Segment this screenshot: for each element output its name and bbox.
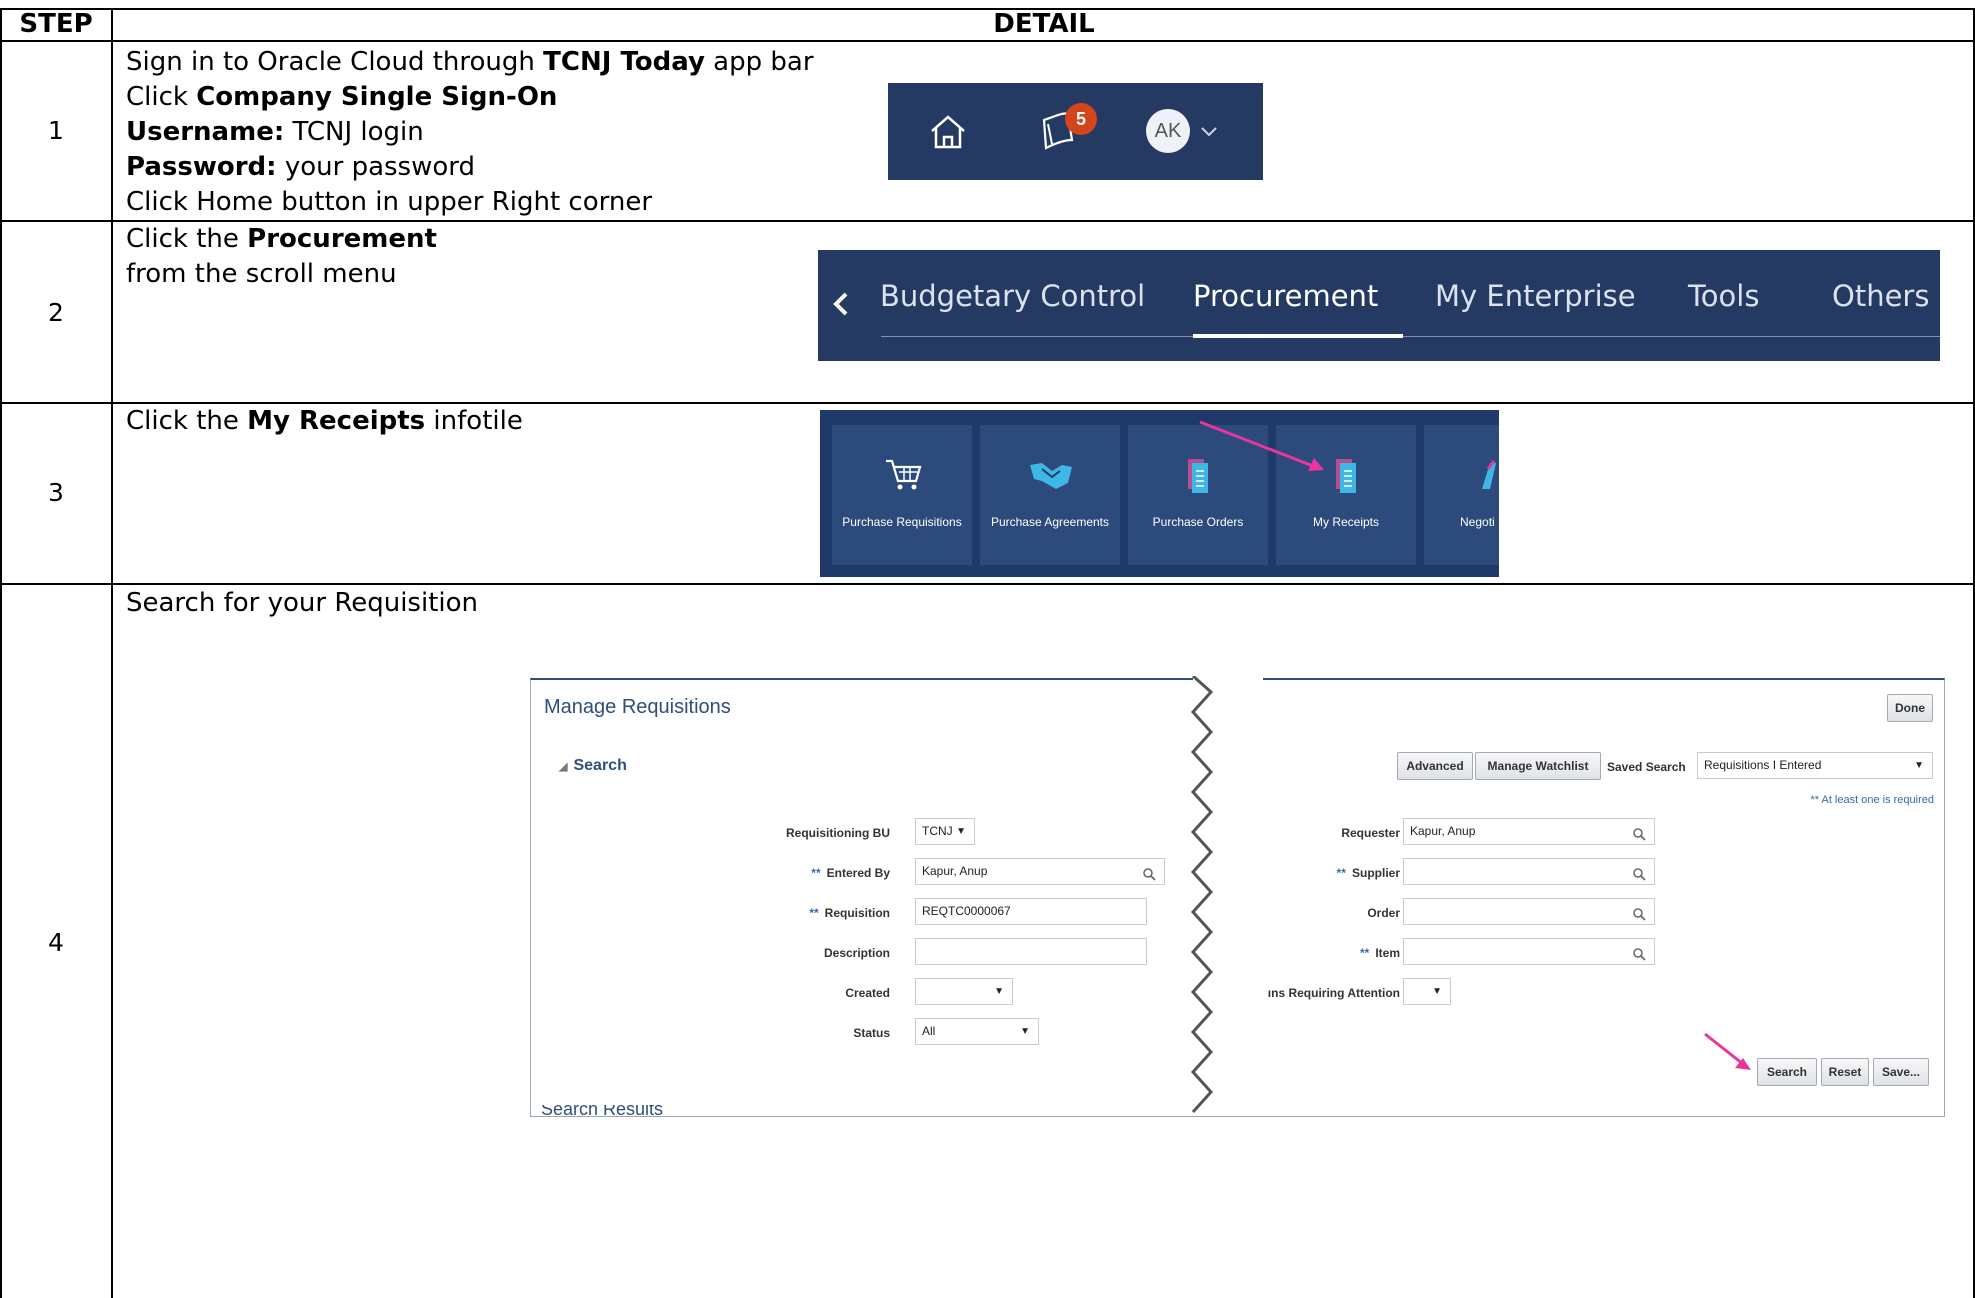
done-button[interactable]: Done <box>1887 694 1933 722</box>
attention-label: ıns Requiring Attention <box>1267 986 1400 1000</box>
springboard-nav-bar: Budgetary Control Procurement My Enterpr… <box>818 250 1940 361</box>
description-field[interactable] <box>915 938 1147 965</box>
user-avatar[interactable]: AK <box>1146 109 1190 153</box>
active-underline <box>1193 334 1403 338</box>
home-icon[interactable] <box>928 113 968 155</box>
requisitioning-bu-select[interactable]: TCNJ ▼ <box>915 818 975 845</box>
header-step: STEP <box>19 9 93 39</box>
supplier-field[interactable] <box>1403 858 1655 885</box>
saved-search-select[interactable]: Requisitions I Entered ▼ <box>1697 752 1933 779</box>
step2-instructions: Click the Procurement from the scroll me… <box>126 222 437 292</box>
procurement-infotiles: Purchase Requisitions Purchase Agreement… <box>820 410 1499 577</box>
created-select[interactable]: ▼ <box>915 978 1013 1005</box>
instruction-line: Click Company Single Sign-On <box>126 82 558 112</box>
table-border-left <box>0 8 2 1298</box>
status-label: Status <box>853 1026 890 1040</box>
pointer-arrow <box>1199 420 1324 471</box>
instruction-line: Sign in to Oracle Cloud through TCNJ Tod… <box>126 47 814 77</box>
entered-by-field[interactable]: Kapur, Anup <box>915 858 1165 885</box>
instruction-line: Password: your password <box>126 152 476 182</box>
item-field[interactable] <box>1403 938 1655 965</box>
dropdown-arrow-icon: ▼ <box>1914 760 1924 771</box>
nav-item-tools[interactable]: Tools <box>1688 276 1759 316</box>
saved-search-label: Saved Search <box>1607 760 1686 774</box>
status-select[interactable]: All ▼ <box>915 1018 1039 1045</box>
instruction-line: Username: TCNJ login <box>126 117 424 147</box>
search-icon[interactable] <box>1633 865 1646 890</box>
chevron-down-icon[interactable] <box>1200 123 1218 142</box>
requester-field[interactable]: Kapur, Anup <box>1403 818 1655 845</box>
oracle-app-bar: 5 AK <box>888 83 1263 180</box>
search-results-header: Search Results <box>541 1105 664 1115</box>
instruction-line: Click Home button in upper Right corner <box>126 187 653 217</box>
entered-by-label: ** Entered By <box>811 866 890 880</box>
dropdown-arrow-icon: ▼ <box>1020 1026 1030 1037</box>
row-divider <box>0 583 1975 585</box>
requisitioning-bu-label: Requisitioning BU <box>786 826 890 840</box>
nav-item-procurement[interactable]: Procurement <box>1193 276 1378 316</box>
header-divider <box>0 40 1975 42</box>
search-icon[interactable] <box>1633 825 1646 850</box>
requisition-label: ** Requisition <box>809 906 890 920</box>
nav-track <box>881 336 1940 337</box>
nav-item-others[interactable]: Others <box>1832 276 1929 316</box>
manage-watchlist-button[interactable]: Manage Watchlist <box>1475 752 1601 780</box>
step4-instructions: Search for your Requisition <box>126 586 478 621</box>
dropdown-arrow-icon: ▼ <box>956 826 966 837</box>
search-results-clip: Search Results <box>531 1105 671 1115</box>
search-icon[interactable] <box>1143 865 1156 890</box>
nav-item-budgetary-control[interactable]: Budgetary Control <box>880 276 1145 316</box>
requester-label: Requester <box>1341 826 1400 840</box>
required-note: ** At least one is required <box>1810 794 1934 806</box>
attention-select[interactable]: ▼ <box>1403 978 1451 1005</box>
instruction-line: Click the My Receipts infotile <box>126 406 523 436</box>
pointer-arrow <box>1704 1032 1751 1070</box>
search-icon[interactable] <box>1633 905 1646 930</box>
order-field[interactable] <box>1403 898 1655 925</box>
step-number: 4 <box>48 928 64 957</box>
header-detail: DETAIL <box>993 9 1095 39</box>
instruction-line: Click the Procurement <box>126 224 437 254</box>
created-label: Created <box>845 986 890 1000</box>
advanced-button[interactable]: Advanced <box>1397 752 1473 780</box>
column-divider <box>111 8 113 1298</box>
search-button[interactable]: Search <box>1757 1058 1817 1086</box>
dropdown-arrow-icon: ▼ <box>994 986 1004 997</box>
supplier-label: ** Supplier <box>1336 866 1400 880</box>
instruction-line: from the scroll menu <box>126 259 397 289</box>
step-number: 2 <box>48 298 64 327</box>
requisition-field[interactable]: REQTC0000067 <box>915 898 1147 925</box>
dropdown-arrow-icon: ▼ <box>1432 986 1442 997</box>
search-icon[interactable] <box>1633 945 1646 970</box>
reset-button[interactable]: Reset <box>1821 1058 1869 1086</box>
search-section-header[interactable]: ◢ Search <box>559 757 627 775</box>
step1-instructions: Sign in to Oracle Cloud through TCNJ Tod… <box>126 45 814 220</box>
description-label: Description <box>823 946 890 960</box>
order-label: Order <box>1367 906 1400 920</box>
notification-count-badge: 5 <box>1065 103 1097 135</box>
step3-instructions: Click the My Receipts infotile <box>126 404 523 439</box>
page-title: Manage Requisitions <box>544 696 731 718</box>
torn-edge-separator <box>1190 676 1263 1116</box>
nav-item-my-enterprise[interactable]: My Enterprise <box>1435 276 1636 316</box>
step-number: 3 <box>48 478 64 507</box>
item-label: ** Item <box>1359 946 1400 960</box>
collapse-triangle-icon: ◢ <box>559 761 568 773</box>
instruction-line: Search for your Requisition <box>126 588 479 618</box>
save-button[interactable]: Save... <box>1873 1058 1929 1086</box>
chevron-left-icon[interactable] <box>830 288 852 324</box>
step-number: 1 <box>48 116 64 145</box>
